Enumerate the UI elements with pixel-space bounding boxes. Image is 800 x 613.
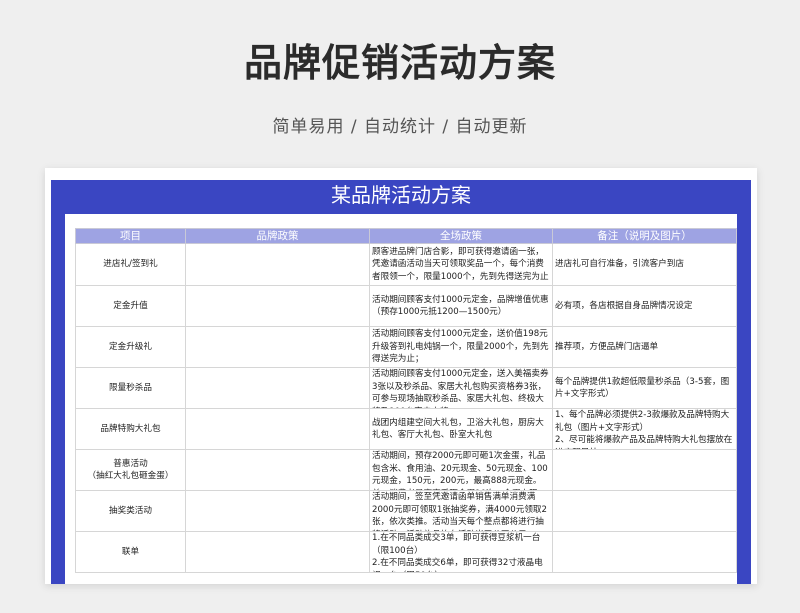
row-note bbox=[552, 531, 737, 573]
row-item: 定金升值 bbox=[75, 285, 186, 327]
page-subtitle: 简单易用 / 自动统计 / 自动更新 bbox=[272, 117, 528, 137]
row-overall-policy-text: 战团内组建空间大礼包，卫浴大礼包，厨房大礼包、客厅大礼包、卧室大礼包 bbox=[372, 417, 544, 441]
row-note: 必有项，各店根据自身品牌情况设定 bbox=[552, 285, 737, 327]
row-overall-policy: 活动期间，预存2000元即可砸1次金蛋，礼品包含米、食用油、20元现金、50元现… bbox=[369, 449, 553, 491]
row-brand-policy bbox=[185, 408, 370, 450]
row-note bbox=[552, 490, 737, 532]
row-note bbox=[552, 449, 737, 491]
row-note: 每个品牌提供1款超低限量秒杀品（3-5套，图片+文字形式） bbox=[552, 367, 737, 409]
row-item: 定金升级礼 bbox=[75, 326, 186, 368]
row-brand-policy bbox=[185, 531, 370, 573]
spreadsheet-preview: 某品牌活动方案 项目 品牌政策 全场政策 备注（说明及图片） 进店礼/签到礼 顾… bbox=[45, 168, 757, 584]
row-note: 1、每个品牌必须提供2-3款爆款及品牌特购大礼包（图片+文字形式） 2、尽可能将… bbox=[552, 408, 737, 450]
column-header-item: 项目 bbox=[75, 228, 186, 244]
row-note-text: 每个品牌提供1款超低限量秒杀品（3-5套，图片+文字形式） bbox=[555, 376, 730, 400]
row-note-text: 1、每个品牌必须提供2-3款爆款及品牌特购大礼包（图片+文字形式） 2、尽可能将… bbox=[555, 410, 733, 449]
row-brand-policy bbox=[185, 449, 370, 491]
row-overall-policy: 活动期间顾客支付1000元定金，品牌增值优惠（预存1000元抵1200—1500… bbox=[369, 285, 553, 327]
table-row: 进店礼/签到礼 顾客进品牌门店合影，即可获得邀请函一张，凭邀请函活动当天可领取奖… bbox=[75, 243, 737, 286]
table-row: 品牌特购大礼包 战团内组建空间大礼包，卫浴大礼包，厨房大礼包、客厅大礼包、卧室大… bbox=[75, 408, 737, 450]
table-header-row: 项目 品牌政策 全场政策 备注（说明及图片） bbox=[75, 228, 737, 244]
table-row: 联单 1.在不同品类成交3单，即可获得豆浆机一台（限100台） 2.在不同品类成… bbox=[75, 531, 737, 573]
row-brand-policy bbox=[185, 367, 370, 409]
row-item: 联单 bbox=[75, 531, 186, 573]
row-item: 进店礼/签到礼 bbox=[75, 243, 186, 286]
sheet-frame: 某品牌活动方案 项目 品牌政策 全场政策 备注（说明及图片） 进店礼/签到礼 顾… bbox=[51, 180, 751, 584]
row-overall-policy-text: 活动期间，预存2000元即可砸1次金蛋，礼品包含米、食用油、20元现金、50元现… bbox=[372, 451, 548, 490]
activity-table: 项目 品牌政策 全场政策 备注（说明及图片） 进店礼/签到礼 顾客进品牌门店合影… bbox=[75, 228, 737, 573]
page-title: 品牌促销活动方案 bbox=[243, 41, 556, 85]
row-overall-policy-text: 活动期间顾客支付1000元定金，送价值198元升级答到礼电炖锅一个，限量2000… bbox=[372, 329, 549, 365]
row-overall-policy: 战团内组建空间大礼包，卫浴大礼包，厨房大礼包、客厅大礼包、卧室大礼包 bbox=[369, 408, 553, 450]
table-row: 定金升级礼 活动期间顾客支付1000元定金，送价值198元升级答到礼电炖锅一个，… bbox=[75, 326, 737, 368]
table-area: 项目 品牌政策 全场政策 备注（说明及图片） 进店礼/签到礼 顾客进品牌门店合影… bbox=[65, 214, 737, 584]
row-overall-policy-text: 1.在不同品类成交3单，即可获得豆浆机一台（限100台） 2.在不同品类成交6单… bbox=[372, 533, 543, 572]
row-note: 进店礼可自行准备，引流客户到店 bbox=[552, 243, 737, 286]
row-overall-policy: 活动期间，签至凭邀请函单销售满单消费满2000元即可领取1张抽奖券，满4000元… bbox=[369, 490, 553, 532]
row-item: 限量秒杀品 bbox=[75, 367, 186, 409]
row-brand-policy bbox=[185, 326, 370, 368]
table-row: 抽奖类活动 活动期间，签至凭邀请函单销售满单消费满2000元即可领取1张抽奖券，… bbox=[75, 490, 737, 532]
sheet-title: 某品牌活动方案 bbox=[331, 183, 471, 207]
row-overall-policy-text: 活动期间，签至凭邀请函单销售满单消费满2000元即可领取1张抽奖券，满4000元… bbox=[372, 492, 547, 531]
column-header-note: 备注（说明及图片） bbox=[552, 228, 737, 244]
row-overall-policy-text: 活动期间顾客支付1000元定金，品牌增值优惠（预存1000元抵1200—1500… bbox=[372, 294, 549, 318]
row-brand-policy bbox=[185, 285, 370, 327]
table-row: 限量秒杀品 活动期间顾客支付1000元定金，送入美福卖券3张以及秒杀品、家居大礼… bbox=[75, 367, 737, 409]
row-item: 抽奖类活动 bbox=[75, 490, 186, 532]
column-header-overall-policy: 全场政策 bbox=[369, 228, 553, 244]
row-item: 品牌特购大礼包 bbox=[75, 408, 186, 450]
table-row: 普惠活动 （抽红大礼包砸金蛋） 活动期间，预存2000元即可砸1次金蛋，礼品包含… bbox=[75, 449, 737, 491]
row-overall-policy-text: 活动期间顾客支付1000元定金，送入美福卖券3张以及秒杀品、家居大礼包购买资格券… bbox=[372, 369, 549, 408]
row-brand-policy bbox=[185, 490, 370, 532]
column-header-brand-policy: 品牌政策 bbox=[185, 228, 370, 244]
row-overall-policy: 顾客进品牌门店合影，即可获得邀请函一张，凭邀请函活动当天可领取奖品一个，每个消费… bbox=[369, 243, 553, 286]
row-note: 推荐项，方便品牌门店逼单 bbox=[552, 326, 737, 368]
row-overall-policy: 1.在不同品类成交3单，即可获得豆浆机一台（限100台） 2.在不同品类成交6单… bbox=[369, 531, 553, 573]
row-brand-policy bbox=[185, 243, 370, 286]
row-item: 普惠活动 （抽红大礼包砸金蛋） bbox=[75, 449, 186, 491]
row-overall-policy-text: 顾客进品牌门店合影，即可获得邀请函一张，凭邀请函活动当天可领取奖品一个，每个消费… bbox=[372, 246, 549, 282]
table-row: 定金升值 活动期间顾客支付1000元定金，品牌增值优惠（预存1000元抵1200… bbox=[75, 285, 737, 327]
row-overall-policy: 活动期间顾客支付1000元定金，送价值198元升级答到礼电炖锅一个，限量2000… bbox=[369, 326, 553, 368]
row-overall-policy: 活动期间顾客支付1000元定金，送入美福卖券3张以及秒杀品、家居大礼包购买资格券… bbox=[369, 367, 553, 409]
